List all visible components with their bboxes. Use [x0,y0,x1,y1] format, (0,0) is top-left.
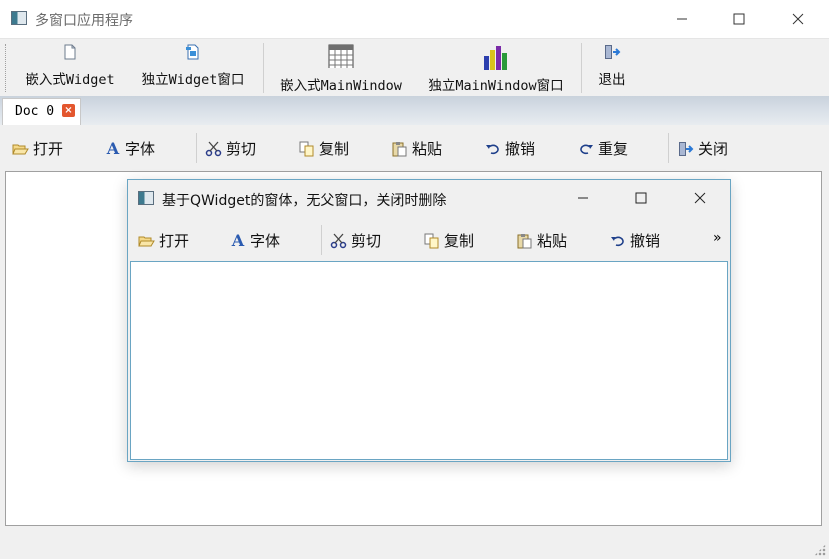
sub-minimize-button[interactable] [560,180,606,216]
sub-font-button[interactable]: A 字体 [230,230,280,251]
cut-button[interactable]: 剪切 [205,138,256,159]
copy-icon [424,233,439,248]
minimize-icon [578,197,588,199]
redo-icon [580,144,593,154]
embedded-widget-label: 嵌入式Widget [25,72,115,88]
maximize-icon [733,13,745,25]
undo-icon [486,144,499,154]
sub-open-button[interactable]: 打开 [138,230,189,251]
sub-font-label: 字体 [250,232,281,250]
undo-label: 撤销 [505,140,536,158]
copy-label: 复制 [319,140,350,158]
toolbar-separator [263,43,264,93]
status-bar [0,530,829,559]
standalone-widget-label: 独立Widget窗口 [141,72,245,88]
toolbar-separator [581,43,582,93]
paste-button[interactable]: 粘贴 [392,138,442,159]
document-blue-icon [186,44,199,60]
cut-label: 剪切 [226,140,257,158]
toolbar-overflow-button[interactable]: » [713,230,722,246]
embedded-mainwindow-label: 嵌入式MainWindow [280,78,402,94]
window-title: 多窗口应用程序 [35,13,133,29]
grid-table-icon [328,44,354,68]
standalone-widget-button[interactable]: 独立Widget窗口 [134,44,252,88]
undo-button[interactable]: 撤销 [485,138,535,159]
font-icon: A [106,138,120,158]
close-door-icon [679,141,694,156]
sub-maximize-button[interactable] [618,180,664,216]
minimize-button[interactable] [659,0,705,38]
open-label: 打开 [33,140,64,158]
sub-undo-label: 撤销 [630,232,661,250]
main-toolbar [0,39,829,96]
close-button[interactable] [775,0,821,38]
standalone-mainwindow-label: 独立MainWindow窗口 [428,78,564,94]
tab-doc-0-label: Doc 0 [15,104,55,119]
tab-close-icon[interactable]: × [62,104,75,117]
sub-copy-label: 复制 [444,232,475,250]
font-button[interactable]: A 字体 [105,138,155,159]
sub-cut-button[interactable]: 剪切 [330,230,381,251]
embedded-widget-button[interactable]: 嵌入式Widget [18,44,122,88]
exit-button[interactable]: 退出 [590,44,634,88]
sub-window-icon [138,191,154,205]
close-icon [694,192,706,204]
embedded-mainwindow-button[interactable]: 嵌入式MainWindow [272,44,410,94]
sub-cut-label: 剪切 [351,232,382,250]
tab-bar [0,96,829,125]
paste-icon [392,141,407,156]
standalone-mainwindow-button[interactable]: 独立MainWindow窗口 [420,44,572,94]
redo-label: 重复 [598,140,629,158]
open-button[interactable]: 打开 [12,138,63,159]
redo-button[interactable]: 重复 [578,138,628,159]
undo-icon [611,236,624,246]
sub-paste-button[interactable]: 粘贴 [517,230,567,251]
close-doc-label: 关闭 [698,140,729,158]
sub-close-button[interactable] [677,180,723,216]
sub-window-text-edit[interactable] [130,261,728,460]
font-label: 字体 [125,140,156,158]
toolbar-separator [321,225,322,255]
sub-undo-button[interactable]: 撤销 [610,230,660,251]
toolbar-separator [196,133,197,163]
sub-window-title: 基于QWidget的窗体，无父窗口，关闭时删除 [162,193,447,209]
sub-paste-label: 粘贴 [537,232,568,250]
folder-open-icon [138,236,155,246]
maximize-button[interactable] [716,0,762,38]
toolbar-grip[interactable] [5,44,9,92]
app-icon [11,11,27,25]
maximize-icon [635,192,647,204]
sub-open-label: 打开 [159,232,190,250]
exit-door-icon [605,45,621,59]
close-doc-button[interactable]: 关闭 [677,138,728,159]
scissors-icon [205,141,222,156]
close-icon [792,13,804,25]
sub-copy-button[interactable]: 复制 [424,230,474,251]
paste-icon [517,233,532,248]
bar-chart-icon [484,46,507,70]
minimize-icon [677,18,687,20]
font-icon: A [231,230,245,250]
copy-icon [299,141,314,156]
exit-label: 退出 [598,72,626,88]
document-icon [64,44,76,60]
scissors-icon [330,233,347,248]
copy-button[interactable]: 复制 [299,138,349,159]
folder-open-icon [12,144,29,154]
toolbar-separator [668,133,669,163]
paste-label: 粘贴 [412,140,443,158]
